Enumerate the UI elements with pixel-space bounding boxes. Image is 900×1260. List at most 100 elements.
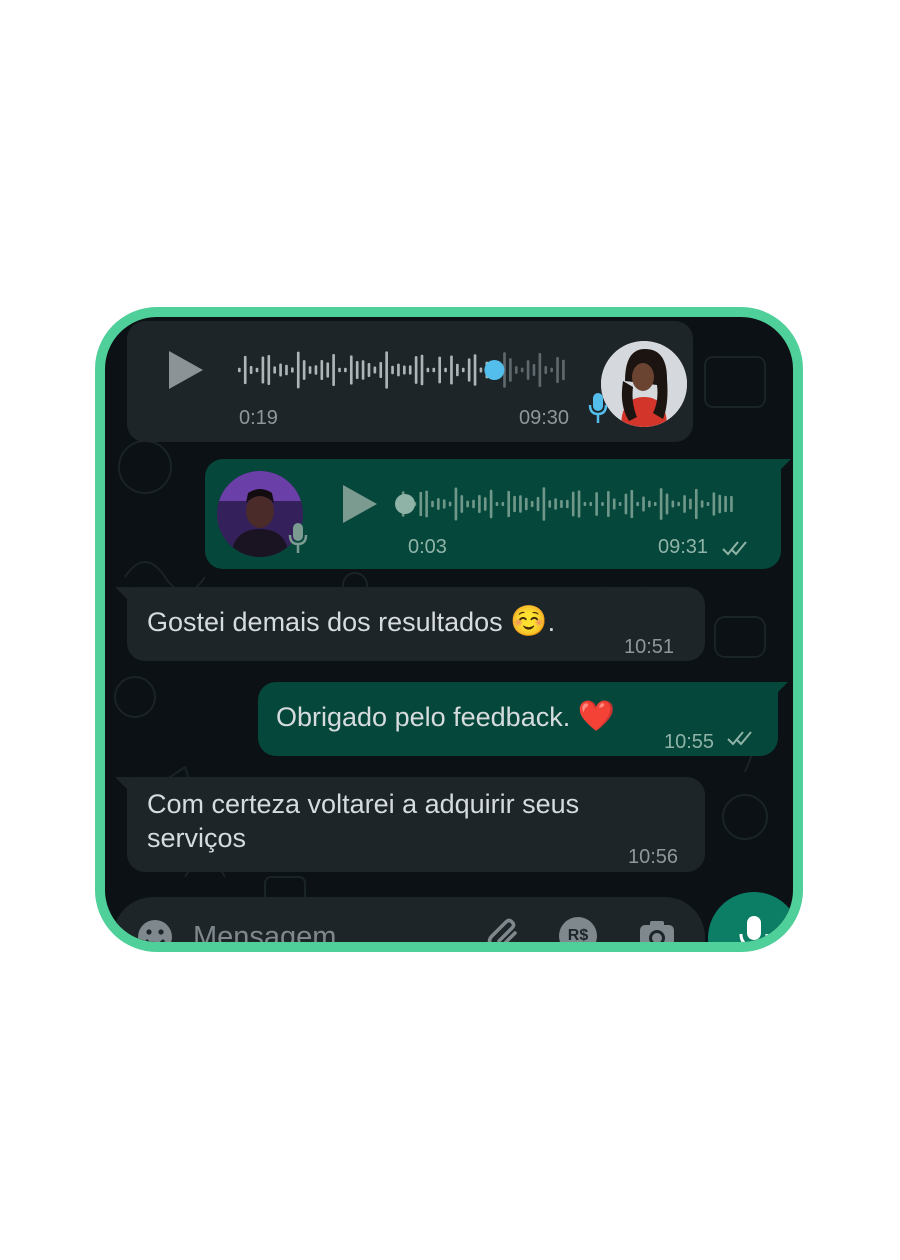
waveform-bar <box>472 499 475 509</box>
bubble-tail <box>774 682 788 696</box>
waveform-bar <box>461 367 465 373</box>
waveform-bar <box>542 487 546 521</box>
bubble-tail <box>115 587 129 601</box>
waveform-bar <box>520 367 524 373</box>
waveform-bar <box>577 490 581 518</box>
play-icon[interactable] <box>343 485 377 523</box>
playback-position-dot[interactable] <box>395 494 415 514</box>
waveform-bar <box>548 500 552 508</box>
waveform-bar <box>554 498 557 510</box>
emoji-icon[interactable] <box>135 917 175 952</box>
message-text: Gostei demais dos resultados <box>147 607 503 637</box>
bubble-tail <box>777 459 791 473</box>
waveform-bar <box>560 499 563 509</box>
waveform-bar <box>442 499 446 509</box>
message-time: 10:51 <box>624 636 675 658</box>
waveform-bar <box>450 355 453 385</box>
double-check-icon <box>727 731 752 746</box>
message-input-bar[interactable]: Mensagem R$ <box>113 897 705 952</box>
waveform-bar <box>408 365 412 375</box>
waveform-bar <box>243 355 247 385</box>
waveform-bar <box>536 496 540 512</box>
waveform-bar <box>438 356 442 384</box>
waveform-bar <box>630 489 634 519</box>
bubble-tail <box>115 777 129 791</box>
heart-emoji: ❤️ <box>577 700 616 733</box>
waveform-bar <box>495 501 499 507</box>
waveform-bar <box>524 497 528 511</box>
contact-photo-woman[interactable] <box>601 341 687 427</box>
message-text-block: Com certeza voltarei a adquirir seus ser… <box>147 787 579 855</box>
waveform-bar <box>420 354 424 386</box>
message-punctuation: . <box>547 607 556 637</box>
attach-icon[interactable] <box>485 917 525 952</box>
outgoing-audio-message[interactable]: 0:03 09:31 <box>205 459 791 569</box>
play-icon[interactable] <box>169 351 203 389</box>
waveform-bar <box>659 488 663 520</box>
message-text-row: Gostei demais dos resultados ☺️. <box>147 605 555 639</box>
waveform-bar <box>267 355 271 385</box>
message-input[interactable]: Mensagem <box>193 921 336 942</box>
chat-screenshot-frame: 0:19 09:30 0:03 09:31 Gostei demais dos … <box>95 307 803 952</box>
waveform-bar <box>444 367 447 373</box>
waveform-bar <box>249 365 253 375</box>
waveform-bar <box>454 487 458 521</box>
waveform-bar <box>349 355 353 385</box>
camera-icon[interactable] <box>637 917 677 952</box>
waveform-bar <box>648 500 651 508</box>
message-text-line: serviços <box>147 823 247 853</box>
waveform-bar <box>571 491 575 517</box>
waveform-bar <box>624 493 628 515</box>
smiling-emoji: ☺️ <box>510 605 548 638</box>
waveform-bar <box>432 367 436 373</box>
audio-waveform[interactable] <box>395 484 745 524</box>
waveform-bar <box>712 492 716 516</box>
waveform-bar <box>730 495 733 513</box>
waveform-bar <box>320 359 324 381</box>
waveform-bar <box>403 365 406 375</box>
waveform-bar <box>653 501 657 507</box>
waveform-bar <box>556 356 559 384</box>
payment-icon[interactable]: R$ <box>559 917 597 942</box>
waveform-bar <box>255 367 259 373</box>
waveform-bar <box>238 367 241 373</box>
waveform-bar <box>419 491 423 517</box>
waveform-bar <box>562 359 565 381</box>
waveform-bar <box>302 360 306 380</box>
incoming-audio-message[interactable]: 0:19 09:30 <box>127 321 693 442</box>
waveform-bar <box>489 489 493 519</box>
message-time: 10:55 <box>664 731 715 753</box>
incoming-text-message[interactable]: Com certeza voltarei a adquirir seus ser… <box>115 777 705 872</box>
waveform-bar <box>373 366 377 374</box>
waveform-bar <box>589 501 593 507</box>
waveform-bar <box>385 351 388 389</box>
waveform-bar <box>694 488 698 520</box>
waveform-bar <box>538 353 542 387</box>
waveform-bar <box>332 354 335 386</box>
incoming-text-message[interactable]: Gostei demais dos resultados ☺️. 10:51 <box>115 587 705 661</box>
waveform-bar <box>467 358 471 382</box>
waveform-bar <box>530 500 534 508</box>
playback-position-dot[interactable] <box>484 360 505 380</box>
waveform-bar <box>683 495 686 513</box>
waveform-bar <box>326 362 330 378</box>
waveform-bar <box>456 363 459 377</box>
waveform-bar <box>338 367 341 373</box>
waveform-bar <box>550 367 553 373</box>
waveform-bar <box>642 496 645 512</box>
waveform-bar <box>273 366 277 374</box>
waveform-bar <box>479 367 483 373</box>
outgoing-text-message[interactable]: Obrigado pelo feedback. ❤️ 10:55 <box>258 682 788 756</box>
waveform-bar <box>291 367 294 373</box>
waveform-bar <box>665 493 669 515</box>
waveform-bar <box>532 363 536 377</box>
waveform-bar <box>344 367 347 373</box>
message-text-line: Com certeza voltarei a adquirir seus <box>147 789 580 819</box>
waveform-bar <box>466 500 469 508</box>
waveform-bar <box>478 495 481 513</box>
waveform-bar <box>601 501 604 507</box>
waveform-bar <box>509 358 512 382</box>
audio-waveform[interactable] <box>237 348 577 392</box>
waveform-bar <box>473 354 477 386</box>
audio-duration: 0:19 <box>239 407 278 429</box>
